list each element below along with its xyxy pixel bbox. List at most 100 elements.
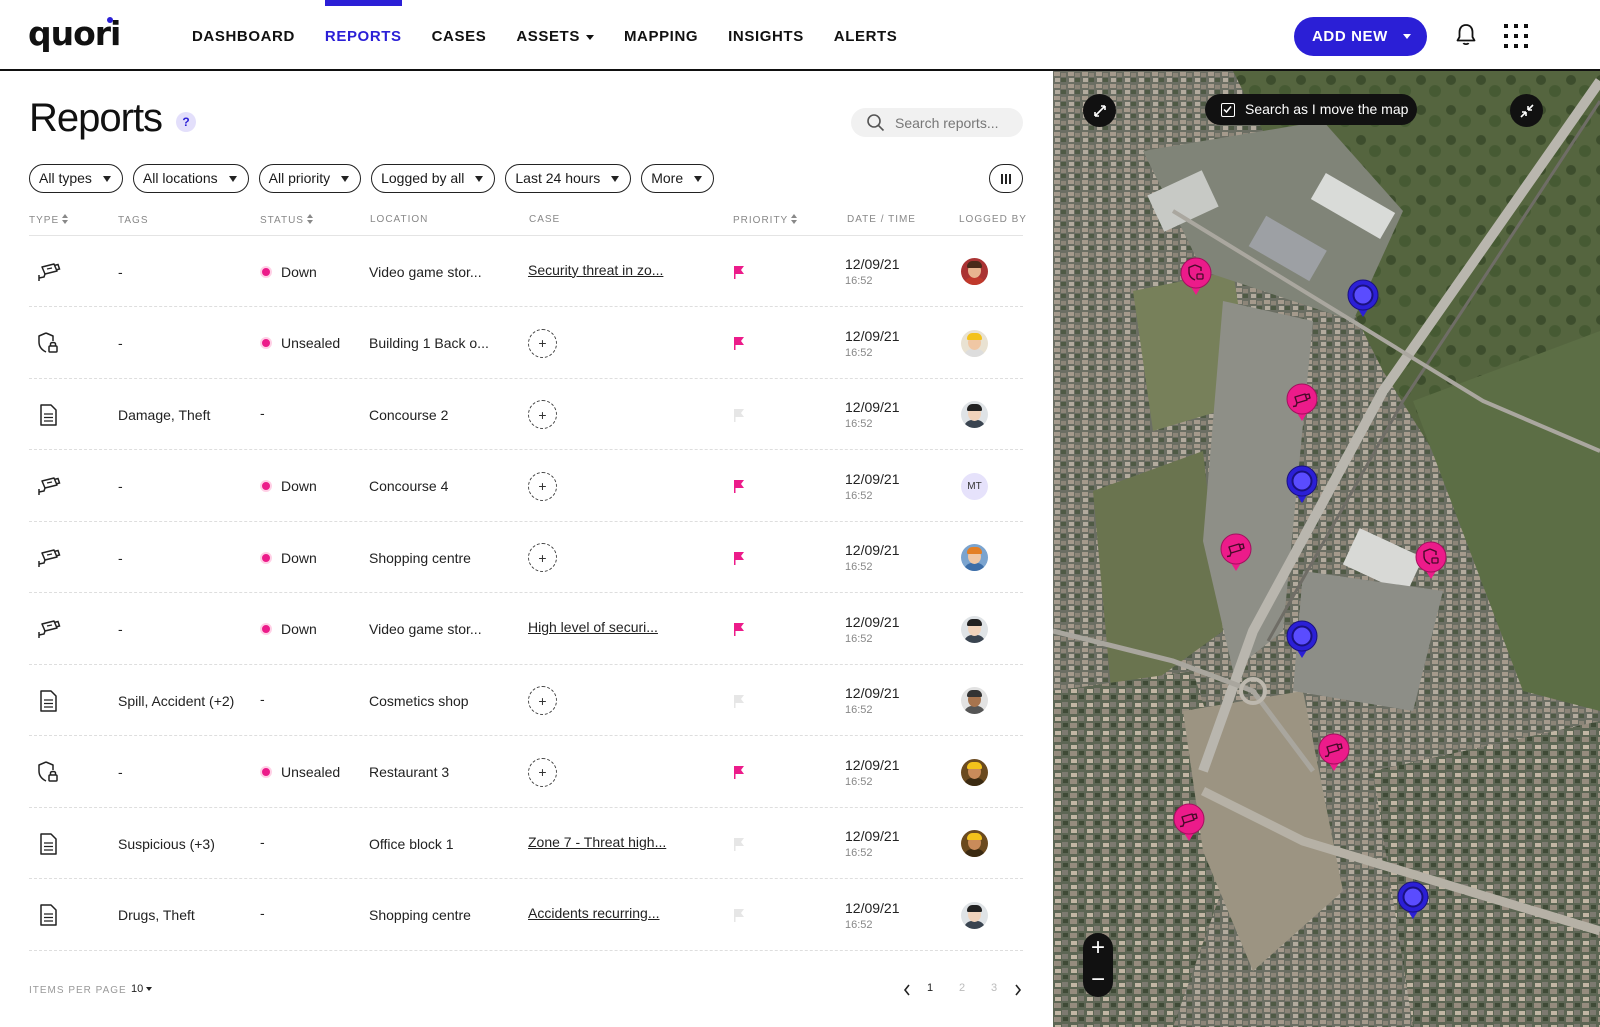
page-2[interactable]: 2 — [959, 982, 965, 994]
case-link[interactable]: High level of securi... — [528, 592, 658, 663]
map-pin-asset[interactable] — [1286, 465, 1318, 510]
avatar[interactable] — [961, 544, 988, 571]
case-link-label[interactable]: High level of securi... — [528, 619, 658, 635]
apps-grid-icon[interactable] — [1504, 24, 1528, 48]
avatar-initials[interactable]: MT — [961, 472, 988, 500]
map-pin-shield-lock[interactable] — [1415, 541, 1447, 586]
priority-flag-icon[interactable] — [732, 308, 746, 379]
nav-mapping[interactable]: MAPPING — [624, 0, 698, 71]
map-panel[interactable]: Search as I move the map + − — [1053, 71, 1600, 1027]
nav-insights[interactable]: INSIGHTS — [728, 0, 804, 71]
map-pin-shield-lock[interactable] — [1180, 257, 1212, 302]
add-case-button[interactable]: + — [528, 451, 557, 522]
case-link-label[interactable]: Zone 7 - Threat high... — [528, 834, 666, 850]
map-pin-camera[interactable] — [1286, 383, 1318, 428]
priority-flag-icon[interactable] — [732, 236, 746, 307]
chevron-left-icon[interactable] — [902, 983, 912, 997]
nav-reports[interactable]: REPORTS — [324, 0, 402, 71]
priority-flag-icon[interactable] — [732, 737, 746, 808]
location-cell: Shopping centre — [369, 549, 471, 566]
nav-cases[interactable]: CASES — [432, 0, 487, 71]
priority-flag-icon[interactable] — [732, 808, 746, 879]
help-icon[interactable]: ? — [176, 112, 196, 132]
page-1[interactable]: 1 — [927, 982, 933, 994]
avatar[interactable] — [961, 615, 988, 643]
avatar[interactable] — [961, 758, 988, 786]
nav-assets[interactable]: ASSETS — [516, 0, 594, 71]
table-row[interactable]: - Down Concourse 4 +12/09/21 16:52 MT — [29, 451, 1023, 522]
datetime-cell: 12/09/21 16:52 — [845, 737, 900, 808]
priority-flag-icon[interactable] — [732, 594, 746, 665]
document-icon — [35, 379, 61, 450]
nav-alerts[interactable]: ALERTS — [834, 0, 898, 71]
table-row[interactable]: - Down Video game stor... Security threat i… — [29, 236, 1023, 307]
zoom-in-button[interactable]: + — [1083, 933, 1113, 965]
table-row[interactable]: Drugs, Theft - Shopping centre Accidents re… — [29, 880, 1023, 951]
avatar[interactable] — [961, 258, 988, 285]
filter-last-24-hours[interactable]: Last 24 hours — [505, 164, 632, 193]
table-row[interactable]: Spill, Accident (+2) - Cosmetics shop +12/0… — [29, 665, 1023, 736]
plus-icon[interactable]: + — [528, 328, 557, 358]
plus-icon[interactable]: + — [528, 471, 557, 501]
map-pin-camera[interactable] — [1173, 803, 1205, 848]
map-pin-asset[interactable] — [1286, 620, 1318, 665]
header-type[interactable]: TYPE — [29, 214, 69, 226]
columns-icon[interactable] — [989, 164, 1023, 193]
filter-logged-by-all[interactable]: Logged by all — [371, 164, 496, 193]
table-row[interactable]: - Down Shopping centre +12/09/21 16:52 — [29, 522, 1023, 593]
priority-flag-icon[interactable] — [732, 451, 746, 522]
search-as-move-toggle[interactable]: Search as I move the map — [1205, 94, 1417, 125]
avatar[interactable] — [961, 901, 988, 929]
search-input[interactable] — [895, 113, 1015, 133]
case-link-label[interactable]: Security threat in zo... — [528, 262, 663, 278]
filter-all-locations[interactable]: All locations — [132, 164, 249, 193]
table-row[interactable]: - Down Video game stor... High level of sec… — [29, 594, 1023, 665]
plus-icon[interactable]: + — [528, 757, 557, 787]
priority-flag-icon[interactable] — [732, 665, 746, 736]
avatar[interactable] — [961, 401, 988, 428]
chevron-right-icon[interactable] — [1013, 983, 1023, 997]
case-link[interactable]: Security threat in zo... — [528, 234, 663, 305]
priority-flag-icon[interactable] — [732, 880, 746, 951]
header-status[interactable]: STATUS — [260, 214, 313, 226]
add-new-button[interactable]: ADD NEW — [1294, 17, 1427, 56]
filter-all-priority[interactable]: All priority — [258, 164, 362, 193]
map-pin-camera[interactable] — [1318, 733, 1350, 778]
filter-more[interactable]: More — [641, 164, 715, 193]
search-box[interactable] — [851, 108, 1023, 137]
avatar[interactable] — [961, 329, 988, 357]
table-row[interactable]: Damage, Theft - Concourse 2 +12/09/21 16:52 — [29, 379, 1023, 450]
header-priority[interactable]: PRIORITY — [733, 214, 798, 226]
status-dot-icon — [260, 265, 272, 278]
collapse-icon[interactable] — [1510, 94, 1543, 127]
map-pin-asset[interactable] — [1347, 279, 1379, 324]
priority-flag-icon[interactable] — [732, 522, 746, 593]
expand-icon[interactable] — [1083, 94, 1116, 127]
add-case-button[interactable]: + — [528, 665, 557, 736]
plus-icon[interactable]: + — [528, 543, 557, 572]
checkbox-checked-icon[interactable] — [1221, 103, 1235, 117]
page-3[interactable]: 3 — [991, 982, 997, 994]
add-case-button[interactable]: + — [528, 522, 557, 593]
map-pin-asset[interactable] — [1397, 881, 1429, 926]
plus-icon[interactable]: + — [528, 686, 557, 715]
priority-flag-icon[interactable] — [732, 379, 746, 450]
map-pin-camera[interactable] — [1220, 533, 1252, 578]
zoom-out-button[interactable]: − — [1083, 965, 1113, 997]
table-row[interactable]: Suspicious (+3) - Office block 1 Zone 7 - T… — [29, 808, 1023, 879]
case-link[interactable]: Accidents recurring... — [528, 878, 660, 949]
add-case-button[interactable]: + — [528, 737, 557, 808]
case-link[interactable]: Zone 7 - Threat high... — [528, 806, 666, 877]
filter-all-types[interactable]: All types — [29, 164, 123, 193]
avatar[interactable] — [961, 687, 988, 714]
bell-icon[interactable] — [1453, 22, 1479, 48]
plus-icon[interactable]: + — [528, 400, 557, 429]
table-row[interactable]: - Unsealed Restaurant 3 +12/09/21 16:52 — [29, 737, 1023, 808]
table-row[interactable]: - Unsealed Building 1 Back o... +12/09/21 16… — [29, 308, 1023, 379]
avatar[interactable] — [961, 830, 988, 857]
add-case-button[interactable]: + — [528, 379, 557, 450]
add-case-button[interactable]: + — [528, 308, 557, 379]
items-per-page-select[interactable]: 10 — [131, 983, 152, 995]
nav-dashboard[interactable]: DASHBOARD — [192, 0, 295, 71]
case-link-label[interactable]: Accidents recurring... — [528, 905, 660, 921]
